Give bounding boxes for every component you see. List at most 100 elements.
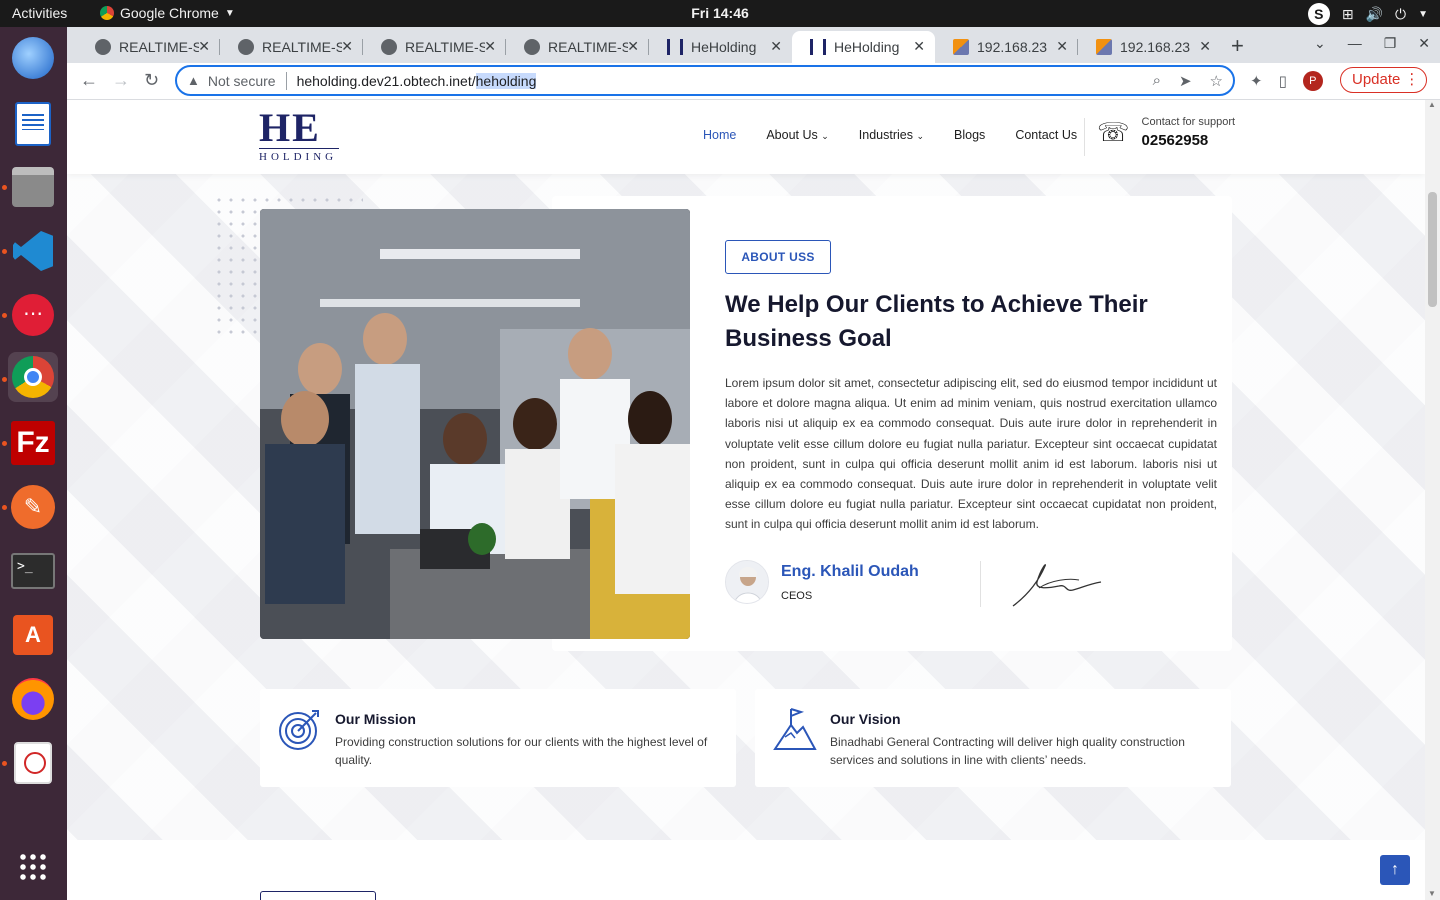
- scroll-to-top-button[interactable]: ↑: [1380, 855, 1410, 885]
- tab-title: 192.168.23: [977, 39, 1048, 55]
- browser-tab-active[interactable]: HeHolding ✕: [792, 31, 935, 63]
- browser-tab[interactable]: REALTIME-S ✕: [77, 31, 220, 63]
- browser-tab[interactable]: REALTIME-S ✕: [506, 31, 649, 63]
- warning-icon[interactable]: ▲: [187, 73, 200, 88]
- mission-title: Our Mission: [335, 711, 416, 727]
- phpmyadmin-icon: [1096, 39, 1112, 55]
- skype-icon[interactable]: S: [1307, 3, 1330, 25]
- reload-icon[interactable]: ↻: [144, 70, 159, 91]
- browser-tab[interactable]: 192.168.23 ✕: [1078, 31, 1221, 63]
- thunderbird-icon[interactable]: [8, 33, 58, 83]
- close-icon[interactable]: ✕: [913, 38, 925, 55]
- browser-tab[interactable]: HeHolding ✕: [649, 31, 792, 63]
- nav-industries[interactable]: Industries ⌄: [859, 128, 924, 142]
- bookmark-star-icon[interactable]: ☆: [1210, 72, 1223, 90]
- security-label[interactable]: Not secure: [208, 73, 276, 89]
- network-icon[interactable]: ⊞: [1342, 6, 1354, 23]
- close-icon[interactable]: ✕: [484, 38, 496, 55]
- about-title: We Help Our Clients to Achieve Their Bus…: [725, 291, 1148, 352]
- volume-icon[interactable]: 🔊: [1366, 6, 1383, 23]
- close-icon[interactable]: ✕: [627, 38, 639, 55]
- chrome-icon[interactable]: [8, 352, 58, 402]
- scroll-down-icon[interactable]: ▼: [1428, 889, 1436, 898]
- close-icon[interactable]: ✕: [1199, 38, 1211, 55]
- vscode-icon[interactable]: [8, 226, 58, 276]
- close-icon[interactable]: ✕: [1056, 38, 1068, 55]
- browser-tab[interactable]: 192.168.23 ✕: [935, 31, 1078, 63]
- send-icon[interactable]: ➤: [1179, 72, 1192, 90]
- scrollbar-thumb[interactable]: [1428, 192, 1437, 307]
- nav-divider: [1084, 118, 1085, 156]
- nav-home[interactable]: Home: [703, 128, 736, 142]
- url-text[interactable]: heholding.dev21.obtech.inet/heholding: [296, 72, 537, 89]
- browser-tab[interactable]: REALTIME-S ✕: [363, 31, 506, 63]
- chevron-down-icon: ⌄: [821, 131, 829, 141]
- chevron-down-icon: ⌄: [916, 131, 925, 141]
- new-tab-button[interactable]: +: [1231, 33, 1244, 59]
- show-apps-icon[interactable]: [8, 842, 58, 892]
- nav-about[interactable]: About Us ⌄: [766, 128, 828, 142]
- more-icon: ⋮: [1404, 71, 1420, 88]
- dock: ⋯ Fz ✎ >_ A: [0, 27, 67, 900]
- globe-icon: [381, 39, 397, 55]
- vision-title: Our Vision: [830, 711, 901, 727]
- author-role: CEOS: [781, 589, 813, 602]
- arrow-up-icon: ↑: [1391, 861, 1399, 878]
- site-logo[interactable]: HE HOLDING: [259, 108, 341, 166]
- maximize-icon[interactable]: ❐: [1384, 35, 1397, 52]
- minimize-icon[interactable]: —: [1348, 35, 1362, 52]
- profile-avatar[interactable]: P: [1302, 71, 1323, 91]
- power-icon[interactable]: ⏻: [1395, 6, 1406, 23]
- url-prefix: heholding.dev21.obtech.inet/: [296, 72, 476, 89]
- tab-title: 192.168.23: [1120, 39, 1191, 55]
- extensions-icon[interactable]: ✦: [1250, 72, 1263, 90]
- address-bar[interactable]: ▲ Not secure heholding.dev21.obtech.inet…: [175, 65, 1235, 96]
- software-center-icon[interactable]: A: [8, 610, 58, 660]
- next-section-badge: [260, 891, 376, 900]
- page-scrollbar[interactable]: ▲ ▼: [1425, 100, 1440, 900]
- author-name: Eng. Khalil Oudah: [781, 562, 919, 580]
- chat-icon[interactable]: ⋯: [8, 290, 58, 340]
- window-controls: ⌄ — ❐ ✕: [1314, 35, 1430, 52]
- support-number[interactable]: 02562958: [1142, 132, 1236, 149]
- close-icon[interactable]: ✕: [198, 38, 210, 55]
- update-label: Update: [1352, 71, 1401, 88]
- chevron-down-icon[interactable]: ▼: [1418, 9, 1428, 20]
- mission-text: Providing construction solutions for our…: [335, 735, 708, 767]
- main-nav: Home About Us ⌄ Industries ⌄ Blogs Conta…: [703, 118, 1107, 156]
- support-contact[interactable]: ☏ Contact for support 02562958: [1097, 116, 1235, 149]
- terminal-icon[interactable]: >_: [8, 546, 58, 596]
- tab-strip: REALTIME-S ✕ REALTIME-S ✕ REALTIME-S ✕ R…: [67, 27, 1440, 63]
- site-header: HE HOLDING Home About Us ⌄ Industries ⌄ …: [67, 100, 1425, 174]
- zoom-icon[interactable]: ⌕: [1153, 72, 1161, 90]
- globe-icon: [524, 39, 540, 55]
- filezilla-icon[interactable]: Fz: [8, 418, 58, 468]
- vision-card: Our Vision Binadhabi General Contracting…: [755, 689, 1231, 787]
- heholding-favicon-icon: [667, 39, 683, 55]
- update-button[interactable]: Update ⋮: [1340, 67, 1428, 93]
- close-icon[interactable]: ✕: [770, 38, 782, 55]
- firefox-icon[interactable]: [8, 674, 58, 724]
- nav-blogs[interactable]: Blogs: [954, 128, 985, 142]
- heholding-favicon-icon: [810, 39, 826, 55]
- close-icon[interactable]: ✕: [341, 38, 353, 55]
- nav-contact[interactable]: Contact Us: [1015, 128, 1077, 142]
- app-menu[interactable]: Google Chrome ▼: [100, 5, 235, 21]
- tab-title: HeHolding: [834, 39, 900, 55]
- postman-icon[interactable]: ✎: [8, 482, 58, 532]
- browser-tab[interactable]: REALTIME-S ✕: [220, 31, 363, 63]
- system-tray[interactable]: S ⊞ 🔊 ⏻ ▼: [1307, 3, 1428, 25]
- forward-icon[interactable]: →: [112, 70, 130, 91]
- vision-text: Binadhabi General Contracting will deliv…: [830, 735, 1185, 767]
- files-icon[interactable]: [8, 162, 58, 212]
- pdf-viewer-icon[interactable]: [8, 738, 58, 788]
- tab-search-icon[interactable]: ⌄: [1314, 35, 1326, 52]
- writer-icon[interactable]: [8, 99, 58, 149]
- clock[interactable]: Fri 14:46: [691, 5, 749, 21]
- close-window-icon[interactable]: ✕: [1418, 35, 1430, 52]
- about-body: Lorem ipsum dolor sit amet, consectetur …: [725, 376, 1217, 532]
- activities-button[interactable]: Activities: [12, 5, 67, 21]
- scroll-up-icon[interactable]: ▲: [1428, 100, 1436, 109]
- back-icon[interactable]: ←: [80, 70, 98, 91]
- side-panel-icon[interactable]: ▯: [1279, 72, 1287, 90]
